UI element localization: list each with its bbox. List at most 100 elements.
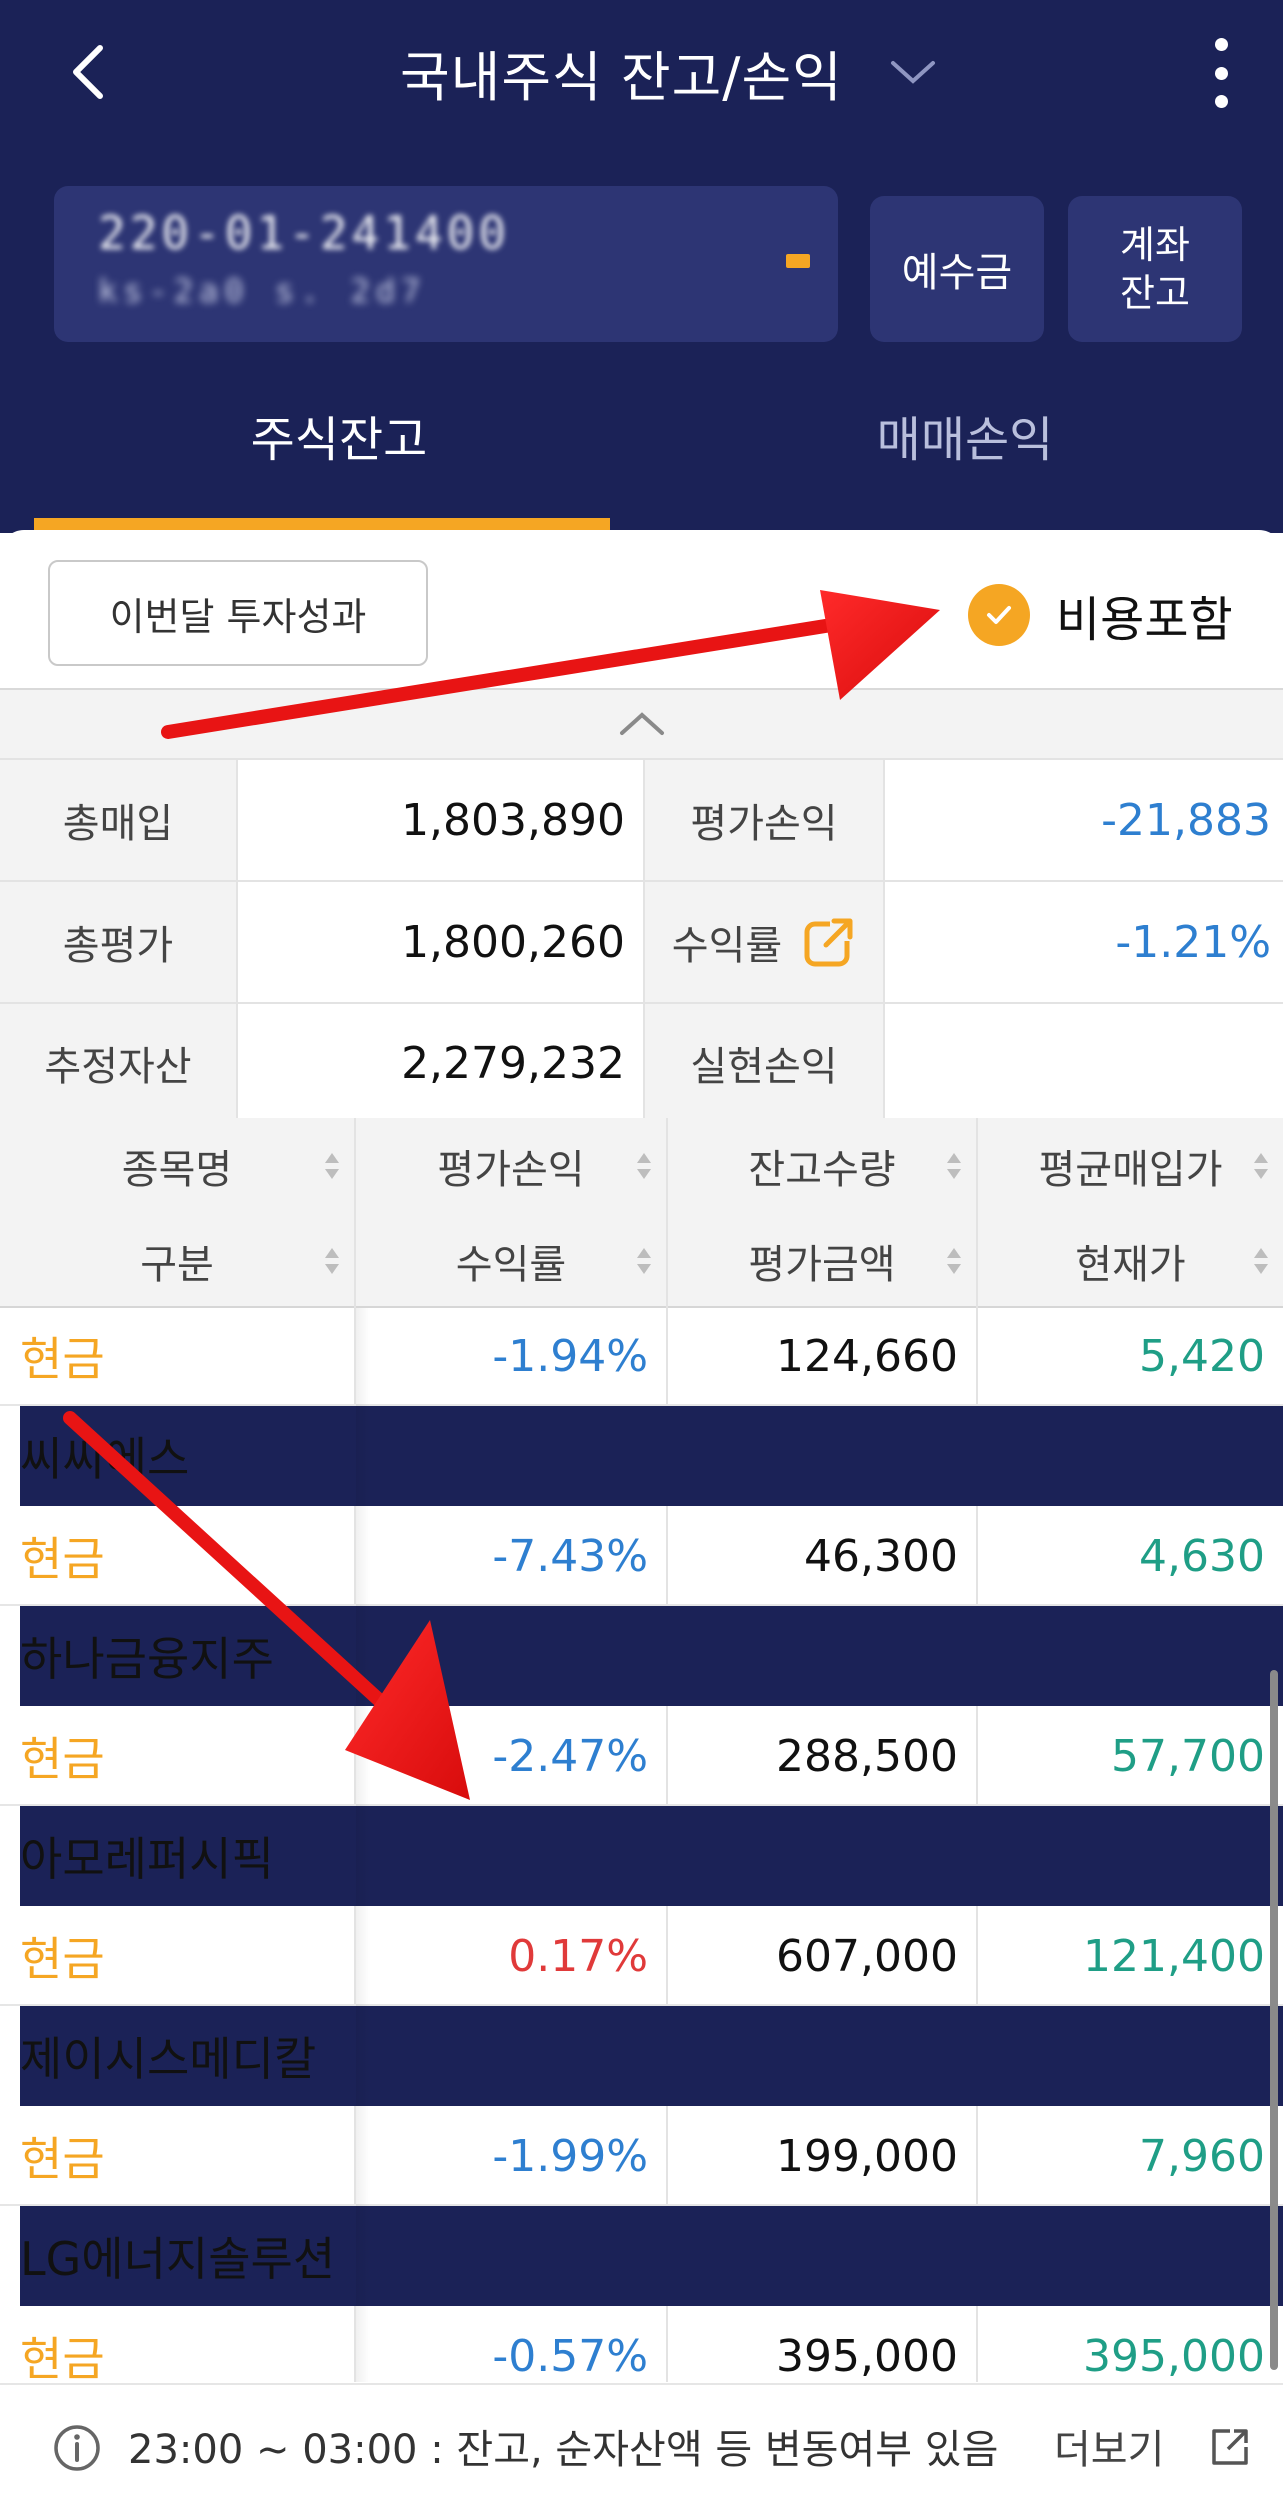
stock-name-cell: 현금 — [0, 1308, 356, 1404]
account-balance-button[interactable]: 계좌 잔고 — [1068, 196, 1242, 342]
holdings-table-header: 종목명 구분 평가손익 수익률 잔고수량 평가금액 평균매입가 현재가 — [0, 1118, 1283, 1308]
deposit-button[interactable]: 예수금 — [870, 196, 1044, 342]
header-col-name: 종목명 구분 — [0, 1118, 356, 1308]
table-scrollbar[interactable] — [1270, 1670, 1278, 2370]
stock-name-cell: 하나금융지주 현금 — [0, 1606, 1283, 1804]
sort-eval-pnl[interactable]: 평가손익 — [356, 1118, 666, 1213]
sort-icon — [1254, 1247, 1268, 1274]
monthly-performance-button[interactable]: 이번달 투자성과 — [48, 560, 428, 666]
stock-name-cell: 아모레퍼시픽 현금 — [0, 1806, 1283, 2004]
back-arrow-icon — [73, 45, 103, 99]
account-type: 현금 — [20, 1932, 105, 1986]
tab-stock-balance[interactable]: 주식잔고 — [34, 400, 644, 530]
title-dropdown[interactable]: 국내주식 잔고/손익 — [400, 30, 937, 114]
include-fees-label: 비용포함 — [1056, 592, 1233, 648]
sort-stock-name[interactable]: 종목명 — [0, 1118, 354, 1213]
header: 국내주식 잔고/손익 220-01-241400 ks-2a0 s. 2d7 예… — [0, 0, 1283, 533]
pnl-cell: -3,613-7.43% — [356, 1406, 1283, 1604]
tab-trade-pnl[interactable]: 매매손익 — [660, 400, 1270, 530]
include-fees-checkbox[interactable]: 비용포함 — [968, 570, 1233, 660]
header-label: 평가손익 — [437, 1146, 585, 1193]
header-label: 잔고수량 — [748, 1146, 896, 1193]
table-row[interactable]: 아모레퍼시픽현금1,0380.17%5607,000120,300 121,400 — [0, 1806, 1283, 2006]
sort-quantity[interactable]: 잔고수량 — [668, 1118, 976, 1213]
header-label: 현재가 — [1075, 1241, 1186, 1288]
kebab-menu-icon — [1214, 95, 1228, 108]
eval-pnl-label: 평가손익 — [643, 760, 885, 880]
header-label: 수익률 — [455, 1241, 567, 1288]
price-cell: 5,420 — [978, 1308, 1283, 1404]
sort-type[interactable]: 구분 — [0, 1213, 354, 1308]
return-rate: -2.47% — [492, 1730, 648, 1782]
avg-price: 120,300 — [978, 1806, 1283, 1906]
return-rate-label: 수익률 — [671, 923, 783, 969]
price-cell: 120,300 121,400 — [978, 1806, 1283, 2004]
header-label: 구분 — [140, 1241, 214, 1288]
account-number: 220-01-241400 — [98, 206, 511, 260]
est-assets-label: 추정자산 — [0, 1004, 238, 1122]
external-link-icon[interactable] — [802, 915, 856, 969]
current-price: 57,700 — [1111, 1730, 1265, 1782]
est-assets-value: 2,279,232 — [401, 1037, 625, 1089]
current-price: 4,630 — [1139, 1530, 1265, 1582]
back-button[interactable] — [58, 30, 118, 114]
eval-pnl-value: -21,883 — [1101, 794, 1271, 846]
summary-row: 총매입 1,803,890 평가손익 -21,883 — [0, 758, 1283, 880]
holdings-table-body[interactable]: 현금 -1.94% 124,660 5,420 씨씨에스현금-3,613-7.43%10… — [0, 1308, 1283, 2382]
page-title: 국내주식 잔고/손익 — [400, 45, 843, 109]
summary-row: 총평가 1,800,260 수익률 -1.21% — [0, 880, 1283, 1002]
qty-cell: 1395,000 — [668, 2206, 1283, 2382]
avg-price: 4,865 — [978, 1406, 1283, 1506]
return-rate: -7.43% — [492, 1530, 648, 1582]
eval-amount: 288,500 — [776, 1730, 958, 1782]
sort-avg-price[interactable]: 평균매입가 — [978, 1118, 1283, 1213]
current-price: 121,400 — [1083, 1930, 1265, 1982]
sort-current-price[interactable]: 현재가 — [978, 1213, 1283, 1308]
account-type: 현금 — [20, 2132, 105, 2186]
eval-amount: 199,000 — [776, 2130, 958, 2182]
footer-notice: 23:00 ~ 03:00 : 잔고, 순자산액 등 변동여부 있음 더보기 — [0, 2383, 1283, 2511]
return-rate-label-cell[interactable]: 수익률 — [643, 882, 885, 1002]
price-cell: 8,034 7,960 — [978, 2006, 1283, 2204]
summary-table: 총매입 1,803,890 평가손익 -21,883 총평가 1,800,260… — [0, 758, 1283, 1124]
frozen-column-shadow — [356, 1308, 370, 2382]
return-rate: 0.17% — [508, 1930, 648, 1982]
qty-cell: 1046,300 — [668, 1406, 1283, 1604]
current-price: 5,420 — [1139, 1330, 1265, 1382]
eval-amount: 46,300 — [804, 1530, 958, 1582]
kebab-menu-icon — [1214, 66, 1228, 80]
return-rate: -1.99% — [492, 2130, 648, 2182]
collapse-summary-button[interactable] — [0, 688, 1283, 758]
external-link-icon[interactable] — [1208, 2425, 1252, 2469]
stock-name-cell: 씨씨에스 현금 — [0, 1406, 1283, 1604]
realized-pnl-label: 실현손익 — [643, 1004, 885, 1122]
table-row[interactable]: 하나금융지주현금-7,248-2.47%5288,50058,620 57,700 — [0, 1606, 1283, 1806]
info-icon — [54, 2425, 100, 2471]
avg-price: 394,000 — [978, 2206, 1283, 2306]
return-rate: -0.57% — [492, 2330, 648, 2382]
header-label: 종목명 — [121, 1146, 233, 1193]
eval-amount: 124,660 — [776, 1330, 958, 1382]
total-purchase-label: 총매입 — [0, 760, 238, 880]
account-type: 현금 — [20, 1532, 105, 1586]
current-price: 395,000 — [1083, 2330, 1265, 2382]
more-menu-button[interactable] — [1209, 38, 1233, 108]
header-col-pnl: 평가손익 수익률 — [356, 1118, 668, 1308]
pnl-cell: 1,0380.17% — [356, 1806, 1283, 2004]
sort-icon — [947, 1247, 961, 1274]
header-col-price: 평균매입가 현재가 — [978, 1118, 1283, 1308]
check-icon — [968, 584, 1030, 646]
account-selector[interactable]: 220-01-241400 ks-2a0 s. 2d7 — [54, 186, 838, 342]
eval-amount: 607,000 — [776, 1930, 958, 1982]
more-link[interactable]: 더보기 — [1054, 2417, 1164, 2475]
table-row[interactable]: 씨씨에스현금-3,613-7.43%1046,3004,865 4,630 — [0, 1406, 1283, 1606]
table-row[interactable]: LG에너지솔루션현금-2,250-0.57%1395,000394,000 395… — [0, 2206, 1283, 2382]
account-type: 현금 — [20, 1332, 105, 1386]
table-row[interactable]: 제이시스메디칼현금-3,988-1.99%25199,0008,034 7,960 — [0, 2006, 1283, 2206]
sort-return-rate[interactable]: 수익률 — [356, 1213, 666, 1308]
table-row[interactable]: 현금 -1.94% 124,660 5,420 — [0, 1308, 1283, 1406]
sort-eval-amount[interactable]: 평가금액 — [668, 1213, 976, 1308]
stock-name-cell: 제이시스메디칼 현금 — [0, 2006, 1283, 2204]
return-rate-value: -1.21% — [1115, 916, 1271, 968]
qty-cell: 124,660 — [668, 1308, 978, 1404]
